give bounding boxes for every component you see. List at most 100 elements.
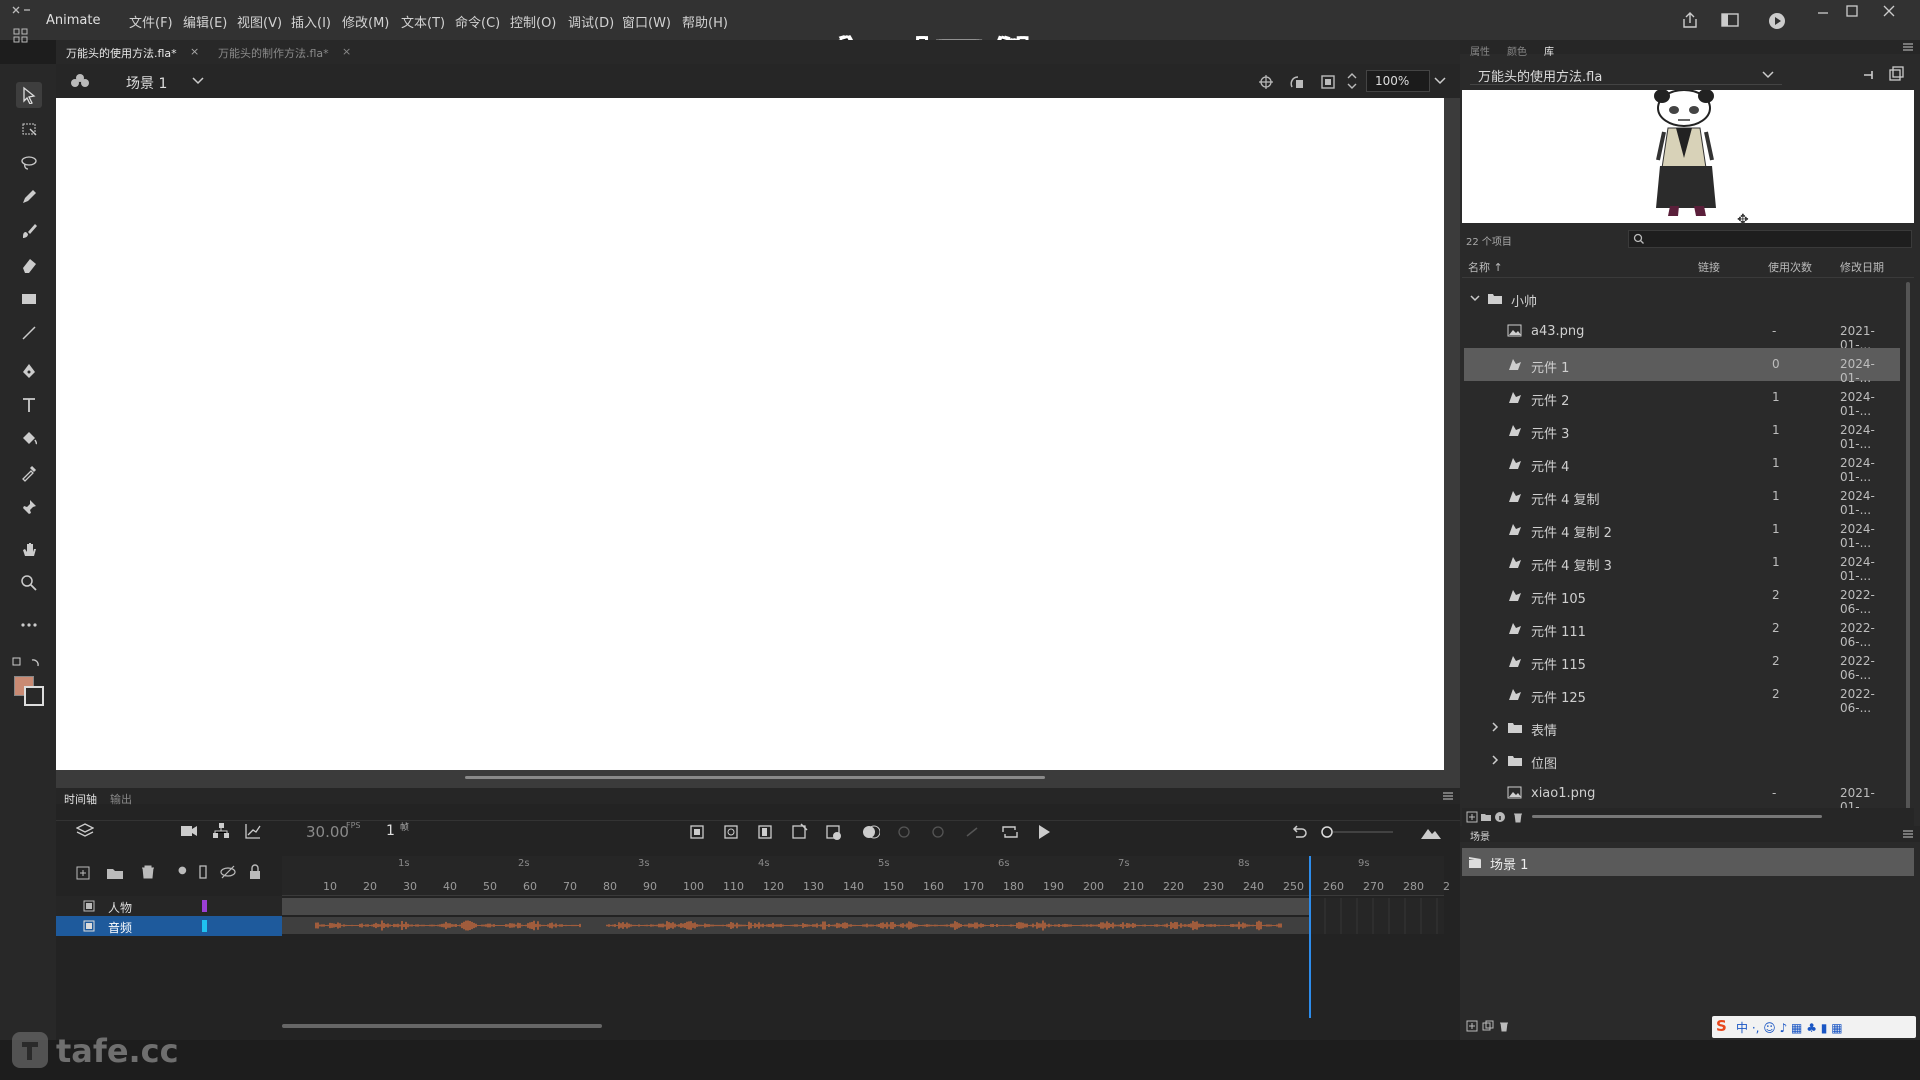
new-library-panel-icon[interactable] [1888,66,1904,82]
camera-icon[interactable] [180,823,198,839]
rectangle-tool[interactable] [16,286,42,312]
new-layer-icon[interactable] [76,866,90,880]
share-icon[interactable] [1680,10,1700,30]
outline-layer-icon[interactable] [198,864,208,880]
menu-edit[interactable]: 编辑(E) [183,12,227,31]
new-symbol-icon[interactable] [1466,811,1478,823]
layer-color-marker[interactable] [202,920,207,932]
layer-name[interactable]: 人物 [108,899,132,916]
fill-color-swatch[interactable] [24,686,44,706]
brush-tool[interactable] [16,218,42,244]
clip-stage-icon[interactable] [1320,74,1336,90]
tab-timeline[interactable]: 时间轴 [64,791,97,807]
timeline-zoom-slider[interactable] [1320,824,1400,840]
menu-text[interactable]: 文本(T) [401,12,445,31]
properties-info-icon[interactable] [1494,811,1506,823]
rotation-tool-icon[interactable] [1288,73,1306,91]
library-folder-row[interactable]: 小帅 [1464,282,1900,315]
library-item-row[interactable]: 元件 1 0 2024-01-... [1464,348,1900,385]
library-item-row[interactable]: 元件 115 2 2022-06-... [1464,645,1900,682]
library-folder-row[interactable]: 表情 [1464,711,1900,744]
zoom-stepper-icon[interactable] [1346,70,1358,92]
free-transform-tool[interactable] [16,116,42,142]
tab-properties[interactable]: 属性 [1470,43,1490,58]
library-item-row[interactable]: a43.png -2021-01-... [1464,315,1900,352]
create-tween-icon[interactable] [791,822,809,840]
new-folder-icon[interactable] [106,866,124,880]
undo-icon[interactable] [1290,823,1308,841]
doc-tab-active[interactable]: 万能头的使用方法.fla* [66,45,177,61]
layer-frames-person[interactable] [282,898,1310,915]
loop-playback-icon[interactable] [1000,823,1020,841]
layer-parenting-icon[interactable] [212,822,230,840]
add-scene-icon[interactable] [1466,1020,1478,1032]
chevron-right-icon[interactable] [1490,755,1500,765]
chevron-right-icon[interactable] [1490,722,1500,732]
insert-frame-icon[interactable] [757,824,773,840]
new-folder-icon[interactable] [1480,811,1492,823]
menu-insert[interactable]: 插入(I) [291,12,331,31]
pen-tool[interactable] [16,358,42,384]
stage-canvas[interactable] [56,98,1444,770]
center-stage-icon[interactable] [1258,74,1274,90]
lasso-tool[interactable] [16,150,42,176]
hand-tool[interactable] [16,536,42,562]
menu-control[interactable]: 控制(O) [510,12,556,31]
eyedropper-tool[interactable] [16,460,42,486]
delete-icon[interactable] [1512,811,1524,823]
delete-layer-icon[interactable] [140,864,156,880]
minimize-icon[interactable] [1816,6,1830,20]
graph-editor-icon[interactable] [244,822,262,840]
maximize-icon[interactable] [1845,4,1859,18]
layers-icon[interactable] [76,822,94,840]
pencil-tool[interactable] [16,184,42,210]
library-file-select[interactable]: 万能头的使用方法.fla [1470,63,1782,85]
paint-bucket-tool[interactable] [16,426,42,452]
lock-layer-icon[interactable] [248,864,262,880]
layer-name[interactable]: 音频 [108,919,132,936]
tab-library[interactable]: 库 [1544,43,1554,58]
panel-menu-icon[interactable] [1902,829,1914,839]
layer-row[interactable]: 人物 [56,896,282,916]
library-vertical-scrollbar[interactable] [1906,282,1910,810]
line-tool[interactable] [16,320,42,346]
timeline-horizontal-scrollbar[interactable] [282,1024,602,1028]
hide-layer-icon[interactable] [219,864,237,880]
layout-panel-icon[interactable] [1720,11,1740,29]
test-movie-icon[interactable] [1767,11,1787,31]
panel-menu-icon[interactable] [1902,42,1914,52]
doc-tab-close-icon[interactable]: × [190,45,199,58]
mountain-zoom-icon[interactable] [1420,823,1442,841]
stage-horizontal-scrollbar[interactable] [465,776,1045,779]
column-uses[interactable]: 使用次数 [1768,259,1812,275]
more-tools[interactable] [16,612,42,638]
window-control-icon[interactable] [10,4,32,18]
duplicate-scene-icon[interactable] [1482,1020,1494,1032]
chevron-down-icon[interactable] [1434,76,1446,86]
play-icon[interactable] [1036,823,1052,841]
library-item-row[interactable]: xiao1.png -2021-01-... [1464,777,1900,814]
library-item-row[interactable]: 元件 4 复制 3 1 2024-01-... [1464,546,1900,583]
menu-modify[interactable]: 修改(M) [342,12,389,31]
menu-debug[interactable]: 调试(D) [568,12,614,31]
tab-color[interactable]: 颜色 [1507,43,1527,58]
column-link[interactable]: 链接 [1698,259,1720,275]
current-frame[interactable]: 1 [386,823,395,839]
workspace-grid-icon[interactable] [12,27,30,45]
panel-menu-icon[interactable] [1442,791,1454,801]
highlight-layer-icon[interactable]: ● [178,865,187,876]
layer-row-selected[interactable]: 音频 [56,916,282,936]
insert-keyframe-icon[interactable] [689,824,705,840]
eraser-tool[interactable] [16,252,42,278]
library-search-input[interactable] [1628,230,1912,248]
menu-file[interactable]: 文件(F) [129,12,173,31]
tab-output[interactable]: 输出 [110,791,132,807]
library-item-row[interactable]: 元件 4 复制 2 1 2024-01-... [1464,513,1900,550]
close-icon[interactable] [1882,4,1896,18]
chevron-down-icon[interactable] [1470,293,1480,303]
doc-tab-close-icon[interactable]: × [342,45,351,58]
doc-tab-inactive[interactable]: 万能头的制作方法.fla* [218,45,329,61]
library-item-row[interactable]: 元件 2 1 2024-01-... [1464,381,1900,418]
selection-tool[interactable] [16,82,42,108]
chevron-down-icon[interactable] [192,76,204,86]
